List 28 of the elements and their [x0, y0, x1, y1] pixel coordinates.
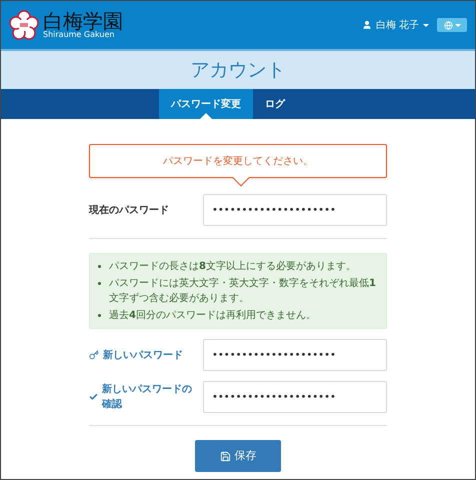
- user-menu[interactable]: 白梅 花子: [362, 18, 429, 32]
- field-label: 現在のパスワード: [89, 204, 169, 218]
- caret-icon: [454, 24, 460, 26]
- bullet-icon: [98, 265, 101, 268]
- key-icon: [89, 350, 99, 360]
- user-icon: [362, 20, 372, 30]
- field-label: 新しいパスワードの確認: [102, 382, 193, 412]
- rule-text: パスワードの長さは8文字以上にする必要があります。: [109, 260, 356, 274]
- rule-text: 過去4回分のパスワードは再利用できません。: [109, 308, 316, 323]
- bullet-icon: [98, 314, 101, 317]
- caret-icon: [423, 24, 429, 26]
- language-button[interactable]: [437, 18, 467, 32]
- logo-subtitle: Shiraume Gakuen: [43, 31, 114, 39]
- plum-blossom-icon: [9, 10, 39, 40]
- globe-icon: [444, 20, 452, 30]
- check-icon: [89, 392, 98, 402]
- page-title: アカウント: [190, 58, 286, 83]
- field-label: 新しいパスワード: [103, 348, 183, 362]
- rule-text: パスワードには英大文字・英大文字・数字をそれぞれ最低1文字ずつ含む必要があります。: [109, 276, 377, 306]
- save-icon: [220, 450, 230, 462]
- tab[interactable]: パスワード変更: [159, 89, 253, 119]
- save-button[interactable]: 保存: [195, 440, 281, 472]
- password-field[interactable]: •••••••••••••••••••••: [203, 381, 387, 413]
- tab[interactable]: ログ: [253, 89, 297, 119]
- logo-text: 白梅学園: [43, 11, 123, 31]
- password-field[interactable]: •••••••••••••••••••••: [203, 194, 387, 226]
- bullet-icon: [98, 282, 101, 285]
- password-field[interactable]: •••••••••••••••••••••: [203, 339, 387, 371]
